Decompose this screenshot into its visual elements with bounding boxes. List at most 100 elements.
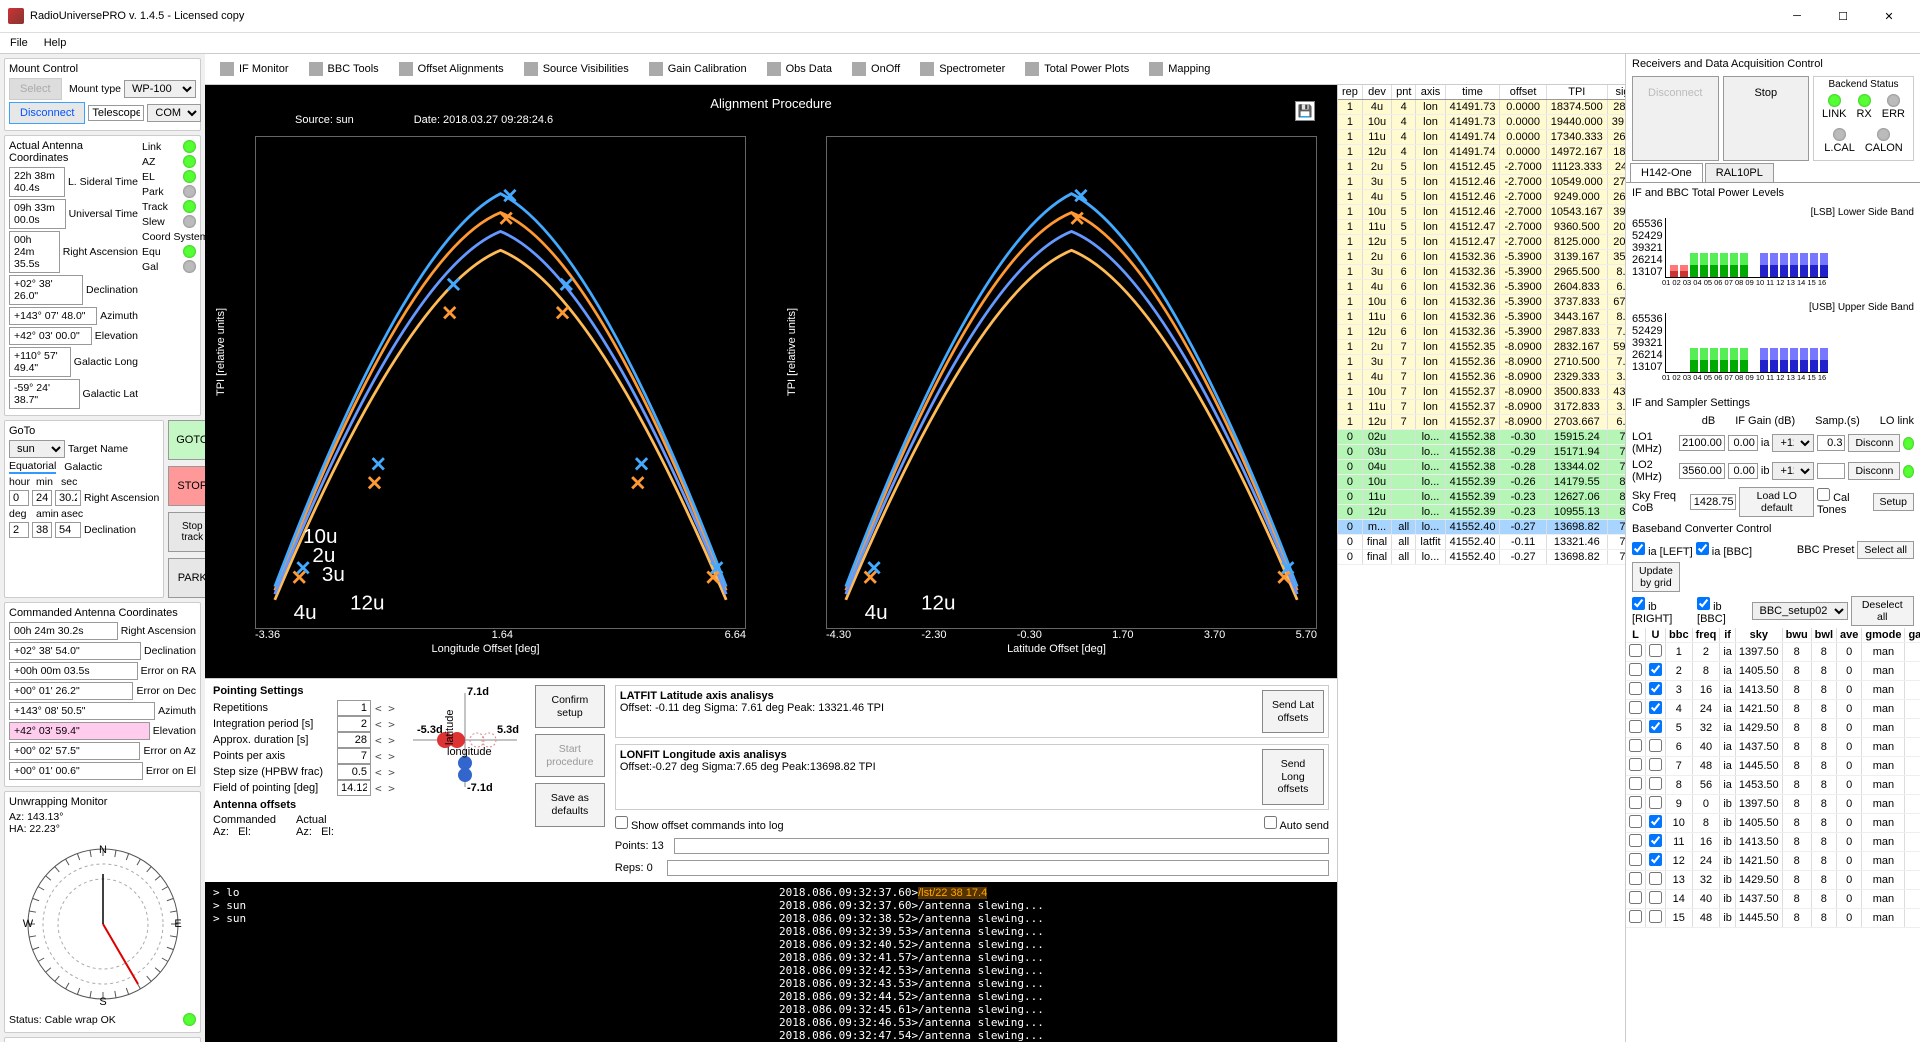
bcc-u-cb[interactable] — [1649, 777, 1662, 790]
toolbar-offset alignments[interactable]: Offset Alignments — [390, 57, 513, 81]
bcc-l-cb[interactable] — [1629, 682, 1642, 695]
toolbar-bbc tools[interactable]: BBC Tools — [300, 57, 388, 81]
bcc-l-cb[interactable] — [1629, 720, 1642, 733]
data-col-dev[interactable]: dev — [1362, 85, 1391, 100]
table-row[interactable]: 010ulo...41552.39-0.2614179.558.0337... — [1338, 475, 1625, 490]
bcc-row[interactable]: 532ia1429.50880man00 — [1626, 719, 1920, 738]
bcc-l-cb[interactable] — [1629, 701, 1642, 714]
table-row[interactable]: 0finalalllo...41552.40-0.2713698.827.65- — [1338, 550, 1625, 565]
lo1-atten[interactable] — [1728, 435, 1758, 451]
menu-file[interactable]: File — [10, 37, 28, 49]
tab-ral10pl[interactable]: RAL10PL — [1705, 163, 1774, 182]
bcc-l-cb[interactable] — [1629, 853, 1642, 866]
table-row[interactable]: 14u6lon41532.36-5.39002604.8336.309 — [1338, 280, 1625, 295]
stop-button[interactable]: STOP — [168, 466, 205, 506]
table-row[interactable]: 112u4lon41491.740.000014972.16718.650 — [1338, 145, 1625, 160]
bcc-row[interactable]: 748ia1445.50880man00 — [1626, 757, 1920, 776]
maximize-button[interactable]: ☐ — [1820, 4, 1866, 28]
bcc-header[interactable]: ave — [1837, 628, 1862, 643]
select-all-btn[interactable]: Select all — [1857, 541, 1914, 559]
bcc-l-cb[interactable] — [1629, 872, 1642, 885]
bcc-header[interactable]: L — [1626, 628, 1646, 643]
confirm-setup-button[interactable]: Confirm setup — [535, 685, 605, 728]
ps-arrows[interactable]: < > — [375, 782, 395, 795]
ps-input[interactable] — [337, 700, 371, 716]
caltones-checkbox[interactable]: Cal Tones — [1817, 488, 1870, 516]
park-button[interactable]: PARK — [168, 558, 205, 598]
bcc-header[interactable]: gainu — [1905, 628, 1920, 643]
ps-arrows[interactable]: < > — [375, 718, 395, 731]
samp-ia[interactable] — [1817, 435, 1845, 451]
bcc-l-cb[interactable] — [1629, 663, 1642, 676]
table-row[interactable]: 0m...alllo...41552.40-0.2713698.827.651 — [1338, 520, 1625, 535]
table-row[interactable]: 0finalalllatfit41552.40-0.1113321.467.61… — [1338, 535, 1625, 550]
table-row[interactable]: 004ulo...41552.38-0.2813344.027.2439... — [1338, 460, 1625, 475]
bcc-header[interactable]: bbc — [1666, 628, 1693, 643]
send-long-button[interactable]: Send Long offsets — [1262, 749, 1324, 805]
bcc-header[interactable]: freq — [1692, 628, 1720, 643]
toolbar-gain calibration[interactable]: Gain Calibration — [640, 57, 756, 81]
menu-help[interactable]: Help — [44, 37, 67, 49]
bcc-row[interactable]: 316ia1413.50880man00 — [1626, 681, 1920, 700]
ib-right-cb[interactable]: ib [RIGHT] — [1632, 597, 1694, 625]
lo2-input[interactable] — [1679, 463, 1725, 479]
bcc-row[interactable]: 108ib1405.50880man00 — [1626, 814, 1920, 833]
save-plot-icon[interactable]: 💾 — [1295, 101, 1315, 121]
ia-gain-select[interactable]: +12 — [1772, 434, 1814, 452]
bcc-l-cb[interactable] — [1629, 796, 1642, 809]
table-row[interactable]: 011ulo...41552.39-0.2312627.068.0631... — [1338, 490, 1625, 505]
bcc-row[interactable]: 424ia1421.50880man00 — [1626, 700, 1920, 719]
bcc-l-cb[interactable] — [1629, 834, 1642, 847]
start-procedure-button[interactable]: Start procedure — [535, 734, 605, 777]
show-cmds-checkbox[interactable]: Show offset commands into log — [615, 816, 784, 832]
bcc-row[interactable]: 1332ib1429.50880man00 — [1626, 871, 1920, 890]
bcc-header[interactable]: bwl — [1811, 628, 1836, 643]
ra-hour[interactable] — [9, 490, 29, 506]
table-row[interactable]: 14u7lon41552.36-8.09002329.3333.496 — [1338, 370, 1625, 385]
table-row[interactable]: 13u6lon41532.36-5.39002965.5008.362 — [1338, 265, 1625, 280]
bcc-u-cb[interactable] — [1649, 891, 1662, 904]
bcc-u-cb[interactable] — [1649, 644, 1662, 657]
ps-arrows[interactable]: < > — [375, 766, 395, 779]
lo2-atten[interactable] — [1728, 463, 1758, 479]
table-row[interactable]: 12u5lon41512.45-2.700011123.333241.... — [1338, 160, 1625, 175]
bcc-u-cb[interactable] — [1649, 682, 1662, 695]
bcc-u-cb[interactable] — [1649, 720, 1662, 733]
table-row[interactable]: 111u7lon41552.37-8.09003172.8333.804 — [1338, 400, 1625, 415]
table-row[interactable]: 13u5lon41512.46-2.700010549.00027.761 — [1338, 175, 1625, 190]
bcc-u-cb[interactable] — [1649, 739, 1662, 752]
data-col-rep[interactable]: rep — [1338, 85, 1362, 100]
ps-input[interactable] — [337, 716, 371, 732]
table-row[interactable]: 110u4lon41491.730.000019440.00039.05... — [1338, 115, 1625, 130]
ps-input[interactable] — [337, 764, 371, 780]
bcc-l-cb[interactable] — [1629, 891, 1642, 904]
bcc-row[interactable]: 640ia1437.50880man00 — [1626, 738, 1920, 757]
bcc-u-cb[interactable] — [1649, 758, 1662, 771]
bcc-u-cb[interactable] — [1649, 815, 1662, 828]
bcc-l-cb[interactable] — [1629, 777, 1642, 790]
table-row[interactable]: 112u7lon41552.37-8.09002703.6676.650 — [1338, 415, 1625, 430]
table-row[interactable]: 110u6lon41532.36-5.39003737.83367.442 — [1338, 295, 1625, 310]
data-col-TPI[interactable]: TPI — [1546, 85, 1607, 100]
table-row[interactable]: 111u6lon41532.36-5.39003443.1678.415 — [1338, 310, 1625, 325]
table-row[interactable]: 112u6lon41532.36-5.39002987.8337.312 — [1338, 325, 1625, 340]
table-row[interactable]: 12u7lon41552.35-8.09002832.16759.513 — [1338, 340, 1625, 355]
tab-h142[interactable]: H142-One — [1630, 163, 1703, 182]
toolbar-source visibilities[interactable]: Source Visibilities — [515, 57, 638, 81]
bcc-u-cb[interactable] — [1649, 872, 1662, 885]
bcc-header[interactable]: bwu — [1782, 628, 1811, 643]
disconn-ia[interactable]: Disconn — [1848, 434, 1900, 452]
ib-bbc-cb[interactable]: ib [BBC] — [1697, 597, 1748, 625]
bcc-l-cb[interactable] — [1629, 758, 1642, 771]
bcc-row[interactable]: 12ia1397.50880man00 — [1626, 643, 1920, 662]
rx-stop-button[interactable]: Stop — [1723, 76, 1810, 161]
dec-asec[interactable] — [55, 522, 81, 538]
bcc-header[interactable]: gmode — [1862, 628, 1905, 643]
table-row[interactable]: 003ulo...41552.38-0.2915171.947.2842... — [1338, 445, 1625, 460]
ps-arrows[interactable]: < > — [375, 734, 395, 747]
bcc-l-cb[interactable] — [1629, 910, 1642, 923]
auto-send-checkbox[interactable]: Auto send — [1264, 816, 1329, 832]
telescope-input[interactable] — [88, 105, 144, 121]
bcc-row[interactable]: 856ia1453.50880man00 — [1626, 776, 1920, 795]
target-select[interactable]: sun — [9, 440, 65, 458]
